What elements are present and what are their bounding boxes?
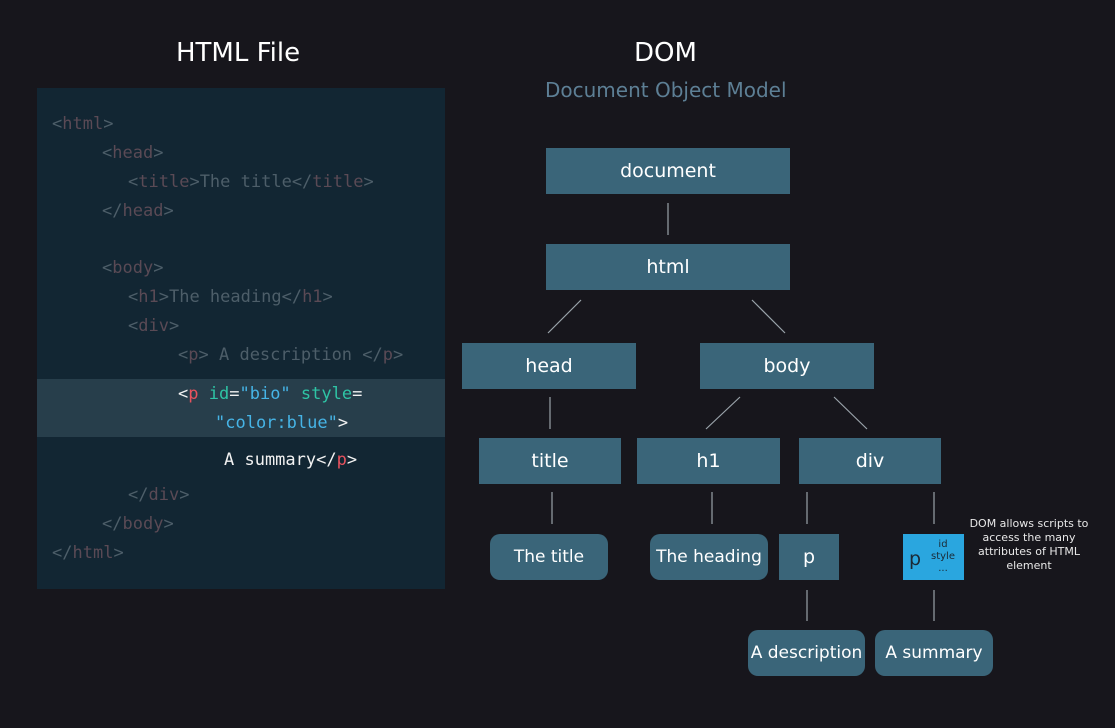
edge-html-body	[751, 299, 786, 334]
node-div: div	[799, 438, 941, 484]
node-h1: h1	[637, 438, 780, 484]
node-p-bio-label: p	[909, 548, 922, 570]
node-summary-text: A summary	[875, 630, 993, 676]
node-title: title	[479, 438, 621, 484]
edge-html-head	[547, 299, 582, 334]
node-head: head	[462, 343, 636, 389]
dom-attributes-note: DOM allows scripts to access the many at…	[969, 517, 1089, 572]
node-p-bio: p id style ...	[903, 534, 964, 580]
dom-diagram: HTML File DOM Document Object Model <htm…	[0, 0, 1115, 728]
node-heading-text: The heading	[650, 534, 768, 580]
node-html: html	[546, 244, 790, 290]
node-body: body	[700, 343, 874, 389]
node-document: document	[546, 148, 790, 194]
edge-body-h1	[705, 396, 741, 430]
edge-body-div	[833, 396, 868, 430]
node-description-text: A description	[748, 630, 865, 676]
node-p-bio-attributes: id style ...	[931, 539, 955, 574]
node-p-description: p	[779, 534, 839, 580]
node-title-text: The title	[490, 534, 608, 580]
